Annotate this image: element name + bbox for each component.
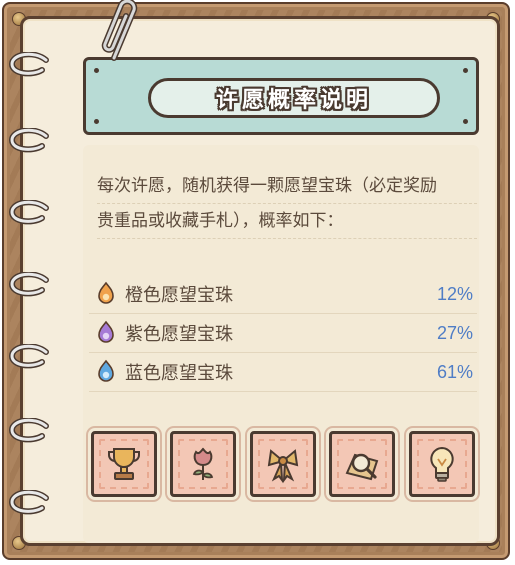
description-line: 贵重品或收藏手札），概率如下： [97,204,477,239]
probability-list: 橙色愿望宝珠 12% 紫色愿望宝珠 27% 蓝色愿望宝珠 61% [89,275,477,392]
purple-orb-icon [98,320,114,343]
row-label: 紫色愿望宝珠 [125,324,233,344]
trophy-icon [108,448,140,480]
probability-row-orange: 橙色愿望宝珠 12% [89,275,477,314]
row-label: 蓝色愿望宝珠 [125,363,233,383]
binder-ring-icon [8,272,49,297]
description: 每次许愿，随机获得一颗愿望宝珠（必定奖励 贵重品或收藏手札），概率如下： [97,169,477,239]
binder-ring-icon [8,418,49,443]
notebook-page: 许愿概率说明 每次许愿，随机获得一颗愿望宝珠（必定奖励 贵重品或收藏手札），概率… [20,16,500,546]
rose-stamp[interactable] [170,431,236,497]
row-percent: 61% [436,361,473,382]
reward-icon-row [91,431,475,497]
magnifier-stamp[interactable] [329,431,395,497]
paperclip-icon [101,0,138,61]
description-line: 每次许愿，随机获得一颗愿望宝珠（必定奖励 [97,169,477,204]
title-plate: 许愿概率说明 [148,78,440,118]
lightbulb-stamp[interactable] [409,431,475,497]
binder-ring-icon [8,128,49,153]
bow-icon [267,449,299,484]
binder-ring-icon [8,52,49,77]
trophy-stamp[interactable] [91,431,157,497]
page-title: 许愿概率说明 [215,87,372,112]
probability-row-blue: 蓝色愿望宝珠 61% [89,353,477,392]
magnifier-icon [345,453,379,481]
orange-orb-icon [98,281,114,304]
lightbulb-icon [430,446,454,482]
binder-ring-icon [8,200,49,225]
row-label: 橙色愿望宝珠 [125,285,233,305]
blue-orb-icon [98,359,114,382]
probability-row-purple: 紫色愿望宝珠 27% [89,314,477,353]
title-banner: 许愿概率说明 [83,57,479,135]
row-percent: 12% [436,283,473,304]
content-area: 每次许愿，随机获得一颗愿望宝珠（必定奖励 贵重品或收藏手札），概率如下： 橙色愿… [83,145,479,543]
row-percent: 27% [436,322,473,343]
binder-ring-icon [8,344,49,369]
bow-stamp[interactable] [250,431,316,497]
rose-icon [192,447,214,480]
binder-ring-icon [8,490,49,515]
